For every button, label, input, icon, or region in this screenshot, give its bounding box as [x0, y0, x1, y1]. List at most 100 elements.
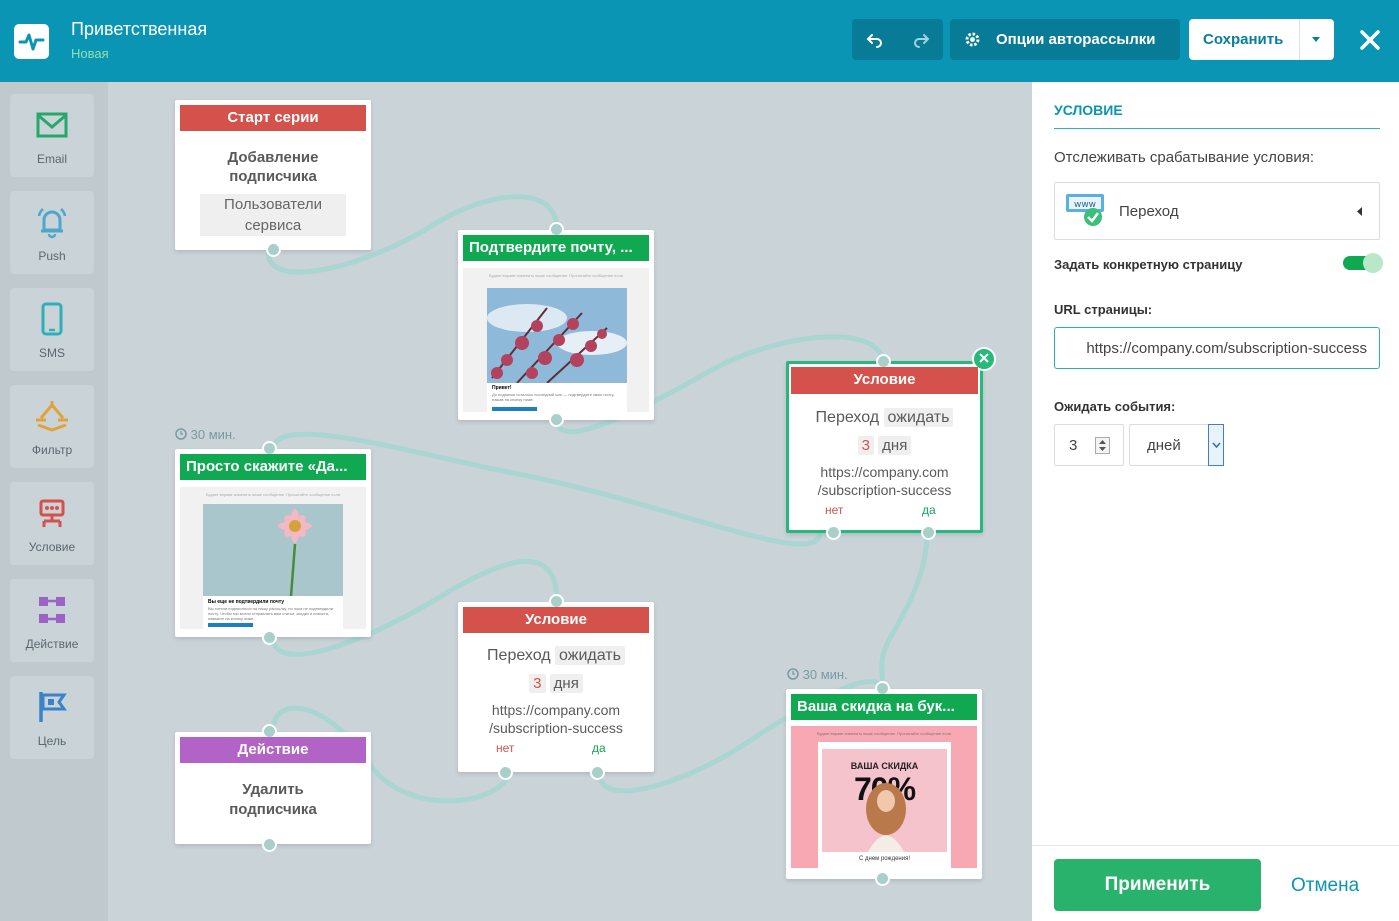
- wait-number-chip: 3: [857, 436, 874, 455]
- close-button[interactable]: [1350, 20, 1390, 60]
- chip-text: сервиса: [244, 217, 302, 234]
- output-port-no[interactable]: [826, 525, 841, 540]
- node-header: Старт серии: [180, 105, 366, 131]
- wait-unit-select[interactable]: дней: [1129, 424, 1224, 466]
- condition-summary: Переход ожидать: [458, 646, 654, 665]
- condition-node[interactable]: Условие Переход ожидать 3 дня https://co…: [458, 594, 654, 780]
- node-header: Действие: [180, 737, 366, 763]
- wait-unit-chip: дня: [878, 436, 912, 455]
- campaign-options-button[interactable]: Опции авторассылки: [950, 19, 1180, 60]
- output-port[interactable]: [549, 412, 564, 427]
- save-options-dropdown[interactable]: [1300, 19, 1334, 60]
- campaign-options-label: Опции авторассылки: [996, 31, 1156, 48]
- preview-footer: С днем рождения!: [859, 856, 910, 862]
- url-input[interactable]: [1054, 327, 1380, 369]
- branch-yes-label: да: [922, 503, 936, 517]
- palette-item-condition[interactable]: Условие: [10, 482, 94, 565]
- app-logo: [14, 24, 49, 59]
- spinner-arrows-icon: [1099, 440, 1106, 451]
- filter-icon: [36, 401, 68, 432]
- preview-text: Привет!: [492, 385, 512, 391]
- wait-number-value: 3: [1069, 437, 1078, 454]
- node-header: Подтвердите почту, ...: [463, 235, 649, 261]
- preview-button: [208, 623, 253, 627]
- output-port[interactable]: [262, 837, 277, 852]
- node-header: Условие: [463, 607, 649, 633]
- preview-text: Будьте вправе изменить ваше сообщение. П…: [816, 731, 952, 736]
- email-preview: Будьте вправе изменить ваше сообщение. П…: [791, 726, 977, 868]
- history-group: [852, 19, 943, 60]
- segment-chip: Пользователи сервиса: [200, 194, 346, 236]
- url-label: URL страницы:: [1054, 302, 1153, 317]
- email-node-reminder[interactable]: Просто скажите «Да... Будьте вправе изме…: [175, 441, 371, 645]
- wait-label: Ожидать события:: [1054, 399, 1176, 414]
- node-header: Ваша скидка на бук...: [791, 694, 977, 720]
- cancel-button[interactable]: Отмена: [1291, 875, 1359, 897]
- properties-panel: УСЛОВИЕ Отслеживать срабатывание условия…: [1032, 82, 1399, 921]
- preview-body: Привет! До подписки осталось последний ш…: [487, 383, 627, 412]
- event-text: Переход: [487, 647, 551, 664]
- palette-label: Условие: [28, 540, 76, 554]
- url-text: /subscription-success: [489, 720, 623, 736]
- condition-url: https://company.com /subscription-succes…: [458, 701, 654, 737]
- wait-number-input[interactable]: 3: [1054, 424, 1124, 466]
- start-node[interactable]: Старт серии Добавление подписчика Пользо…: [175, 100, 371, 257]
- node-text: подписчика: [229, 168, 317, 185]
- save-button[interactable]: Сохранить: [1203, 31, 1283, 48]
- panel-title: УСЛОВИЕ: [1054, 102, 1123, 118]
- palette-item-goal[interactable]: Цель: [10, 676, 94, 759]
- preview-button: [492, 407, 537, 411]
- output-port-yes[interactable]: [921, 525, 936, 540]
- condition-icon: [39, 499, 65, 527]
- chip-text: Пользователи: [224, 196, 322, 213]
- email-node-confirm[interactable]: Подтвердите почту, ... Будьте вправе изм…: [458, 222, 654, 427]
- palette-item-action[interactable]: Действие: [10, 579, 94, 662]
- wait-duration: 3 дня: [458, 674, 654, 693]
- preview-text: Будьте вправе изменить ваше сообщение. П…: [205, 492, 341, 497]
- palette-item-filter[interactable]: Фильтр: [10, 385, 94, 468]
- track-condition-label: Отслеживать срабатывание условия:: [1054, 149, 1315, 166]
- node-text: подписчика: [229, 801, 317, 818]
- workflow-canvas[interactable]: Старт серии Добавление подписчика Пользо…: [108, 82, 1032, 921]
- number-spinner[interactable]: [1095, 437, 1110, 454]
- output-port[interactable]: [266, 242, 281, 257]
- palette-item-email[interactable]: Email: [10, 94, 94, 177]
- node-text: Добавление: [227, 149, 319, 166]
- flag-icon: [39, 692, 67, 722]
- email-preview: Будьте вправе изменить ваше сообщение. П…: [180, 487, 366, 629]
- palette-item-push[interactable]: Push: [10, 191, 94, 274]
- condition-node-selected[interactable]: Условие Переход ожидать 3 дня https://co…: [786, 347, 996, 540]
- specific-page-toggle[interactable]: [1343, 253, 1383, 273]
- palette-label: Действие: [25, 637, 79, 651]
- select-arrow-button[interactable]: [1208, 424, 1224, 466]
- palette-item-sms[interactable]: SMS: [10, 288, 94, 371]
- palette-label: Фильтр: [31, 443, 73, 457]
- campaign-title[interactable]: Приветственная: [71, 19, 207, 40]
- bell-icon: [37, 208, 67, 239]
- link-click-icon: www: [1066, 194, 1104, 226]
- condition-type-select[interactable]: www Переход: [1054, 182, 1380, 240]
- redo-button[interactable]: [898, 19, 943, 60]
- clock-icon: [787, 668, 799, 680]
- action-node[interactable]: Действие Удалить подписчика: [175, 724, 371, 852]
- delay-text: 30 мин.: [802, 667, 848, 682]
- output-port-no[interactable]: [498, 765, 513, 780]
- delay-label: 30 мин.: [787, 667, 848, 682]
- wait-unit-chip: дня: [549, 674, 583, 693]
- envelope-icon: [36, 112, 68, 138]
- redo-icon: [913, 33, 929, 48]
- node-text: Удалить: [242, 781, 304, 798]
- preview-text: Вы еще не подтвердили почту: [208, 599, 285, 605]
- promo-card: ВАША СКИДКА 70% С днем рождения!: [818, 742, 951, 868]
- divider: [1054, 128, 1380, 129]
- branch-yes-label: да: [592, 741, 606, 755]
- output-port[interactable]: [875, 871, 890, 886]
- output-port[interactable]: [262, 630, 277, 645]
- undo-button[interactable]: [852, 19, 897, 60]
- url-text: /subscription-success: [817, 482, 952, 498]
- apply-button[interactable]: Применить: [1054, 859, 1261, 911]
- preview-body: Вы еще не подтвердили почту Вы хотели по…: [203, 596, 343, 629]
- node-description: Удалить подписчика: [175, 780, 371, 820]
- email-node-discount[interactable]: Ваша скидка на бук... Будьте вправе изме…: [786, 681, 982, 886]
- output-port-yes[interactable]: [590, 765, 605, 780]
